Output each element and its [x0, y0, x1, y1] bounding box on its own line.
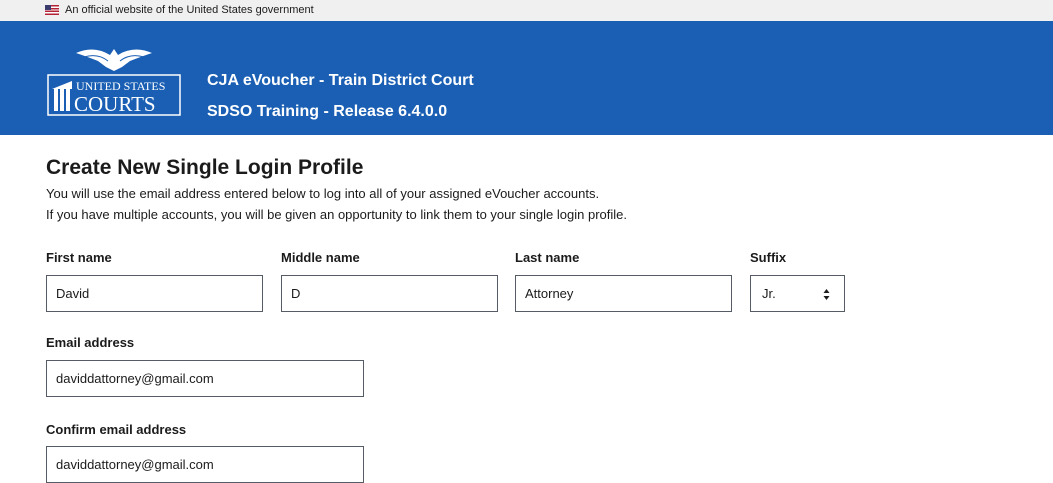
us-courts-logo[interactable]: UNITED STATES COURTS	[44, 45, 184, 117]
sort-arrows-icon	[823, 289, 830, 300]
intro-text-line2: If you have multiple accounts, you will …	[46, 207, 627, 222]
confirm-email-label: Confirm email address	[46, 422, 187, 437]
site-header: UNITED STATES COURTS CJA eVoucher - Trai…	[0, 21, 1053, 135]
email-label: Email address	[46, 335, 135, 350]
gov-banner: An official website of the United States…	[0, 0, 1053, 21]
confirm-email-input[interactable]	[46, 446, 364, 483]
first-name-input[interactable]	[46, 275, 263, 312]
intro-text-line1: You will use the email address entered b…	[46, 186, 600, 201]
logo-text-line2: COURTS	[74, 92, 156, 116]
email-input[interactable]	[46, 360, 364, 397]
suffix-select[interactable]: Jr.	[750, 275, 845, 312]
middle-name-label: Middle name	[281, 250, 360, 265]
last-name-label: Last name	[515, 250, 580, 265]
suffix-selected-value: Jr.	[762, 286, 776, 301]
app-title: CJA eVoucher - Train District Court	[207, 72, 474, 89]
suffix-label: Suffix	[750, 250, 787, 265]
page-title: Create New Single Login Profile	[46, 156, 364, 179]
app-subtitle: SDSO Training - Release 6.4.0.0	[207, 103, 448, 120]
last-name-input[interactable]	[515, 275, 732, 312]
middle-name-input[interactable]	[281, 275, 498, 312]
us-flag-icon	[45, 5, 59, 15]
first-name-label: First name	[46, 250, 112, 265]
logo-text-line1: UNITED STATES	[76, 79, 165, 93]
gov-banner-text: An official website of the United States…	[65, 4, 314, 16]
